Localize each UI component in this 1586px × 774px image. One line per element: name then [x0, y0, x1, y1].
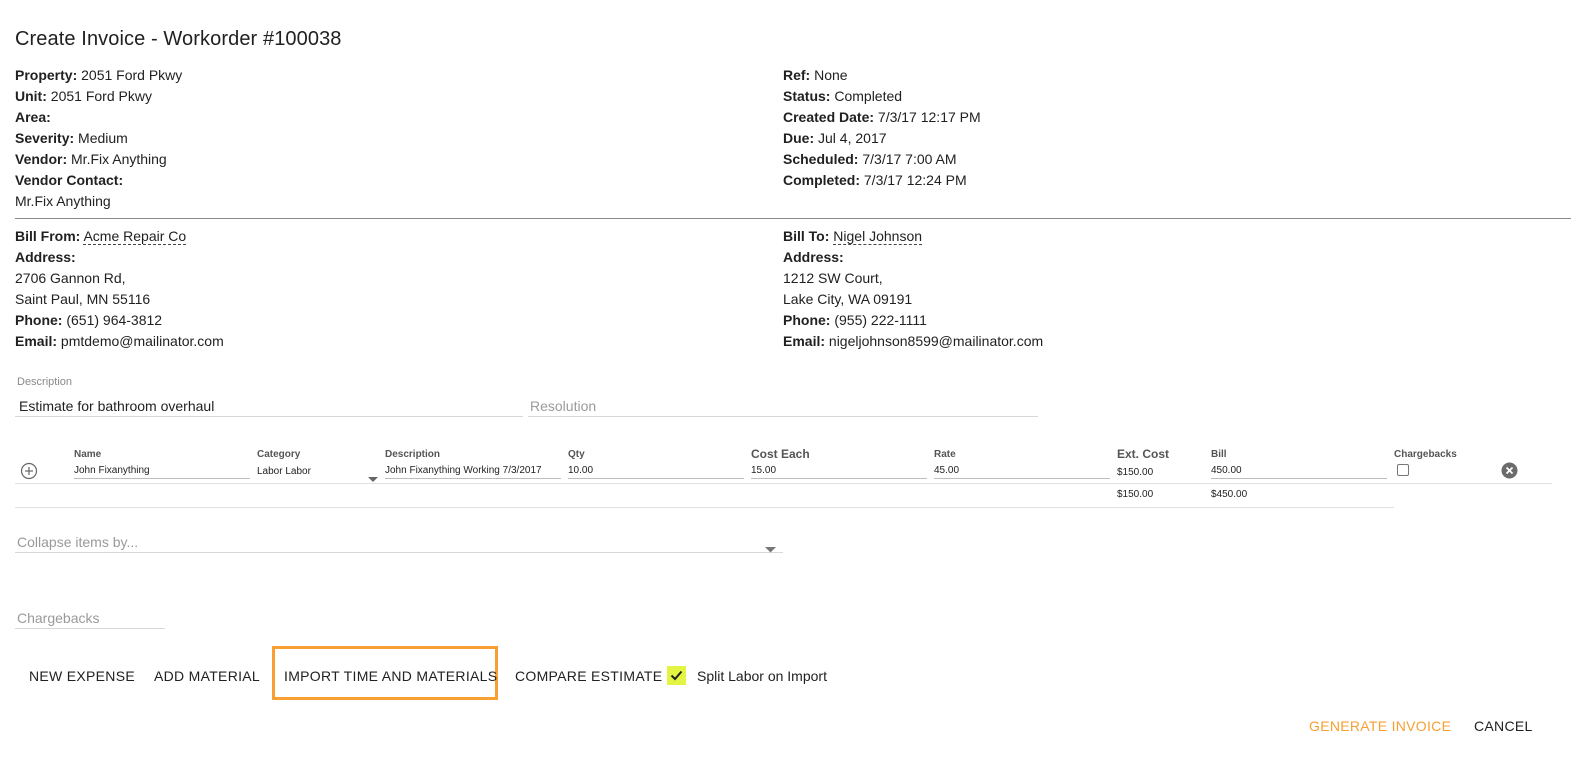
- row-category-value: Labor Labor: [257, 466, 311, 477]
- row-bill-input[interactable]: 450.00: [1211, 465, 1387, 479]
- workorder-info-right: Ref: None Status: Completed Created Date…: [783, 65, 981, 191]
- info-severity: Severity: Medium: [15, 130, 128, 146]
- total-ext-cost: $150.00: [1117, 489, 1154, 500]
- bill-from-address-label: Address:: [15, 249, 76, 265]
- caret-down-icon[interactable]: [765, 540, 776, 556]
- bill-from-row: Bill From: Acme Repair Co: [15, 228, 187, 245]
- add-material-button[interactable]: ADD MATERIAL: [154, 668, 260, 684]
- col-header-cost-each: Cost Each: [751, 447, 810, 461]
- split-labor-checkbox[interactable]: [667, 666, 686, 685]
- chargebacks-input[interactable]: Chargebacks: [15, 607, 165, 629]
- new-expense-button[interactable]: NEW EXPENSE: [29, 668, 135, 684]
- bill-to-address-line2: Lake City, WA 09191: [783, 291, 913, 307]
- row-rate-input[interactable]: 45.00: [934, 465, 1110, 479]
- col-header-qty: Qty: [568, 449, 585, 460]
- row-cost-each-input[interactable]: 15.00: [751, 465, 927, 479]
- col-header-chargebacks: Chargebacks: [1394, 449, 1457, 460]
- compare-estimate-button[interactable]: COMPARE ESTIMATE: [515, 668, 662, 684]
- bill-to-phone: Phone: (955) 222-1111: [783, 312, 927, 328]
- info-created-date: Created Date: 7/3/17 12:17 PM: [783, 109, 981, 125]
- split-labor-label[interactable]: Split Labor on Import: [697, 668, 827, 684]
- bill-to-name-link[interactable]: Nigel Johnson: [833, 228, 923, 245]
- row-divider: [15, 483, 1552, 484]
- info-property: Property: 2051 Ford Pkwy: [15, 67, 183, 83]
- resolution-input[interactable]: Resolution: [528, 395, 1038, 417]
- row-description-input[interactable]: John Fixanything Working 7/3/2017: [385, 465, 561, 479]
- bill-to-row: Bill To: Nigel Johnson: [783, 228, 923, 245]
- collapse-items-select[interactable]: Collapse items by...: [15, 531, 783, 553]
- bill-from-address-line2: Saint Paul, MN 55116: [15, 291, 151, 307]
- info-area: Area:: [15, 109, 51, 125]
- info-scheduled: Scheduled: 7/3/17 7:00 AM: [783, 151, 957, 167]
- col-header-description: Description: [385, 449, 441, 460]
- col-header-ext-cost: Ext. Cost: [1117, 447, 1170, 461]
- bill-to-address-line1: 1212 SW Court,: [783, 270, 883, 286]
- page-title: Create Invoice - Workorder #100038: [15, 28, 342, 50]
- info-due: Due: Jul 4, 2017: [783, 130, 887, 146]
- import-time-and-materials-button[interactable]: IMPORT TIME AND MATERIALS: [284, 668, 497, 684]
- row-ext-cost: $150.00: [1117, 467, 1154, 478]
- bill-from-name-link[interactable]: Acme Repair Co: [83, 228, 187, 245]
- bill-to-address-label: Address:: [783, 249, 844, 265]
- row-name-input[interactable]: John Fixanything: [74, 465, 250, 479]
- total-bill: $450.00: [1211, 489, 1248, 500]
- info-vendor-contact: Vendor Contact:: [15, 172, 124, 188]
- workorder-info-left: Property: 2051 Ford Pkwy Unit: 2051 Ford…: [15, 65, 182, 212]
- bill-from-email: Email: pmtdemo@mailinator.com: [15, 333, 224, 349]
- info-status: Status: Completed: [783, 88, 903, 104]
- row-chargeback-checkbox[interactable]: [1397, 464, 1409, 476]
- cancel-button[interactable]: CANCEL: [1474, 718, 1533, 734]
- bill-to-email: Email: nigeljohnson8599@mailinator.com: [783, 333, 1044, 349]
- description-input[interactable]: Estimate for bathroom overhaul: [15, 395, 523, 417]
- totals-divider: [15, 507, 1394, 508]
- row-category-select[interactable]: Labor Labor: [257, 466, 377, 479]
- bill-to-block: Bill To: Nigel Johnson Address: 1212 SW …: [783, 226, 1043, 352]
- info-unit: Unit: 2051 Ford Pkwy: [15, 88, 152, 104]
- bill-from-phone: Phone: (651) 964-3812: [15, 312, 163, 328]
- info-vendor-contact-name: Mr.Fix Anything: [15, 193, 111, 209]
- info-completed: Completed: 7/3/17 12:24 PM: [783, 172, 967, 188]
- row-qty-input[interactable]: 10.00: [568, 465, 744, 479]
- info-ref: Ref: None: [783, 67, 848, 83]
- col-header-category: Category: [257, 449, 301, 460]
- bill-from-block: Bill From: Acme Repair Co Address: 2706 …: [15, 226, 224, 352]
- info-vendor: Vendor: Mr.Fix Anything: [15, 151, 167, 167]
- bill-from-address-line1: 2706 Gannon Rd,: [15, 270, 126, 286]
- section-divider: [15, 218, 1571, 219]
- generate-invoice-button[interactable]: GENERATE INVOICE: [1309, 718, 1451, 734]
- checkmark-icon: [670, 670, 683, 681]
- col-header-rate: Rate: [934, 449, 956, 460]
- close-circle-icon[interactable]: [1501, 462, 1518, 479]
- add-row-icon[interactable]: [20, 462, 38, 480]
- col-header-bill: Bill: [1211, 449, 1227, 460]
- description-label: Description: [17, 376, 73, 388]
- collapse-items-placeholder: Collapse items by...: [17, 534, 139, 550]
- col-header-name: Name: [74, 449, 102, 460]
